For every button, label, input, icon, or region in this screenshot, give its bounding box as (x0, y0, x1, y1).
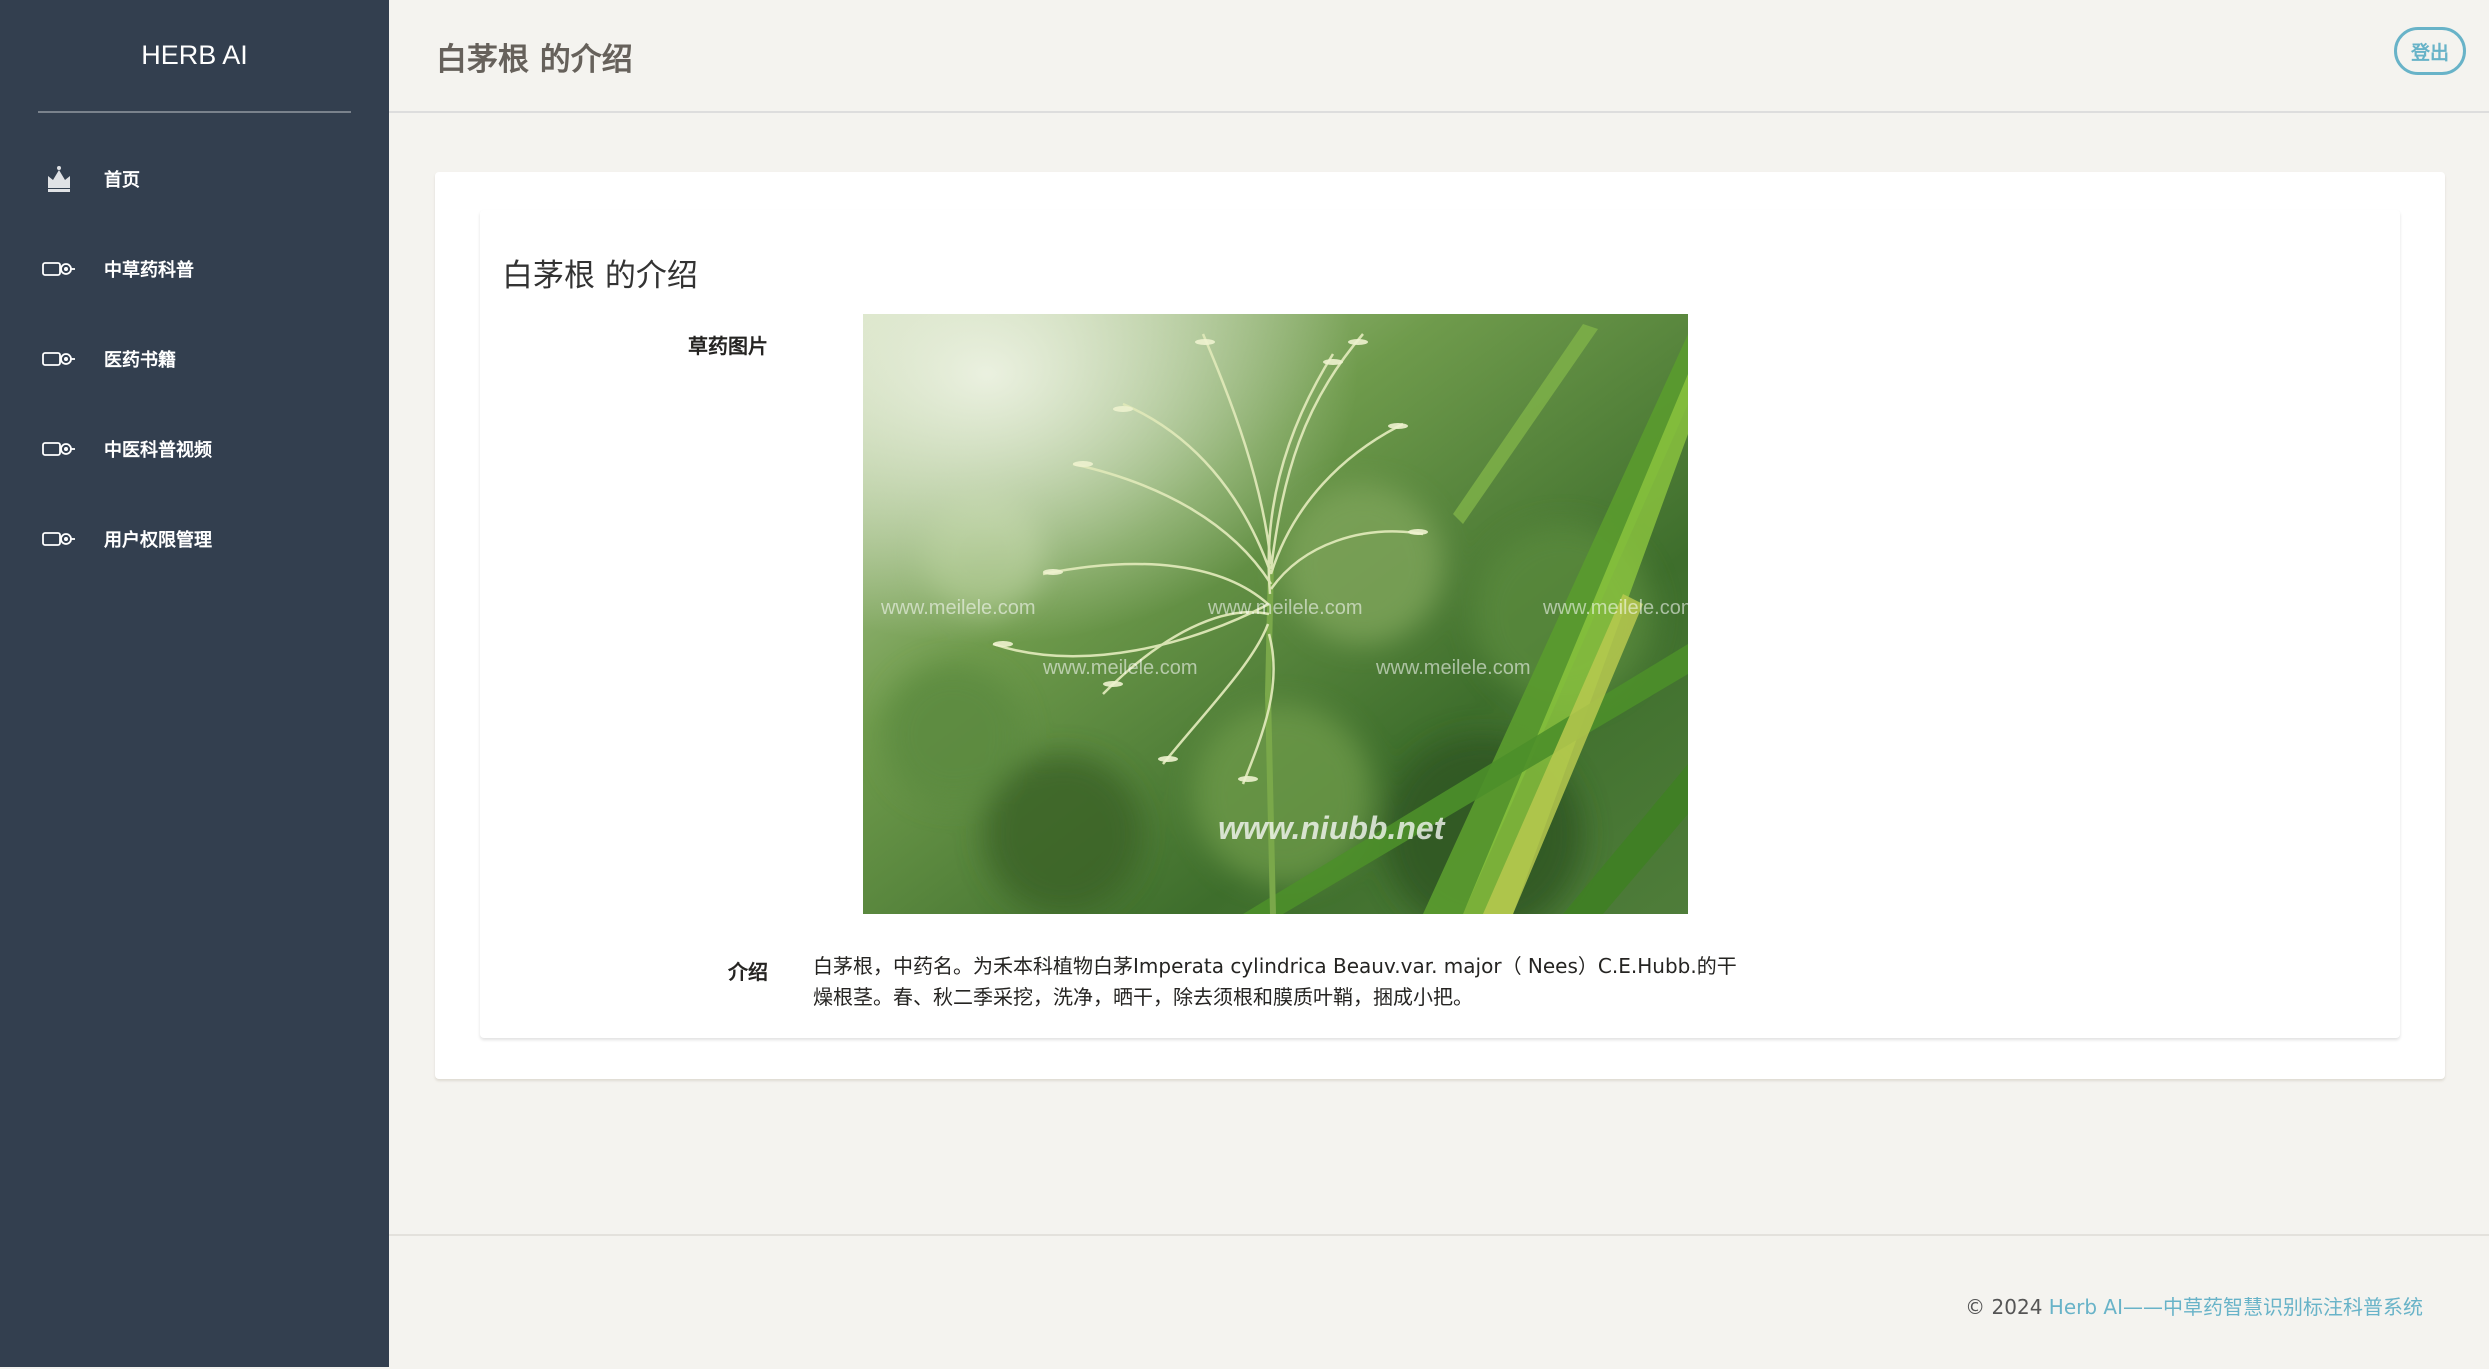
copyright: © 2024 Herb AI——中草药智慧识别标注科普系统 (1965, 1291, 2423, 1320)
sidebar-item-home[interactable]: 首页 (0, 134, 389, 224)
sidebar-nav: 首页 中草药科普 医药书籍 中医科普视频 用户权限管理 (0, 134, 389, 584)
page-title: 白茅根 的介绍 (436, 42, 633, 78)
intro-label: 介绍 (728, 960, 768, 984)
brand-logo[interactable]: HERB AI (38, 0, 351, 113)
card-title: 白茅根 的介绍 (502, 258, 698, 294)
sidebar-item-herb-science[interactable]: 中草药科普 (0, 224, 389, 314)
link-icon (42, 432, 76, 466)
logout-button[interactable]: 登出 (2394, 27, 2466, 75)
content-card: 白茅根 的介绍 草药图片 www.meilele.com www.meilele… (435, 172, 2445, 1079)
link-icon (42, 252, 76, 286)
watermark: www.meilele.com (1042, 657, 1197, 679)
sidebar-item-label: 医药书籍 (104, 350, 176, 371)
watermark: www.meilele.com (880, 597, 1035, 619)
herb-photo: www.meilele.com www.meilele.com www.meil… (863, 314, 1688, 914)
crown-icon (42, 162, 76, 196)
sidebar-item-label: 中医科普视频 (104, 440, 212, 461)
sidebar: HERB AI 首页 中草药科普 医药书籍 中医科普视频 用户权限管理 (0, 0, 389, 1367)
watermark: www.meilele.com (1375, 657, 1530, 679)
sidebar-item-user-permissions[interactable]: 用户权限管理 (0, 494, 389, 584)
copyright-link[interactable]: Herb AI——中草药智慧识别标注科普系统 (2049, 1295, 2423, 1319)
herb-detail-card: 白茅根 的介绍 草药图片 www.meilele.com www.meilele… (480, 210, 2400, 1038)
watermark: www.niubb.net (1218, 810, 1446, 846)
link-icon (42, 522, 76, 556)
sidebar-item-label: 首页 (104, 170, 140, 191)
herb-image-label: 草药图片 (688, 334, 768, 358)
copyright-prefix: © 2024 (1965, 1295, 2049, 1319)
watermark: www.meilele.com (1542, 597, 1688, 619)
top-navbar: 白茅根 的介绍 登出 (389, 0, 2489, 113)
sidebar-item-label: 中草药科普 (104, 260, 194, 281)
intro-text: 白茅根，中药名。为禾本科植物白茅Imperata cylindrica Beau… (813, 954, 1737, 1009)
herb-image: www.meilele.com www.meilele.com www.meil… (863, 314, 1688, 914)
footer: © 2024 Herb AI——中草药智慧识别标注科普系统 (389, 1234, 2489, 1369)
sidebar-item-tcm-videos[interactable]: 中医科普视频 (0, 404, 389, 494)
link-icon (42, 342, 76, 376)
sidebar-item-medical-books[interactable]: 医药书籍 (0, 314, 389, 404)
watermark: www.meilele.com (1207, 597, 1362, 619)
sidebar-item-label: 用户权限管理 (104, 530, 212, 551)
